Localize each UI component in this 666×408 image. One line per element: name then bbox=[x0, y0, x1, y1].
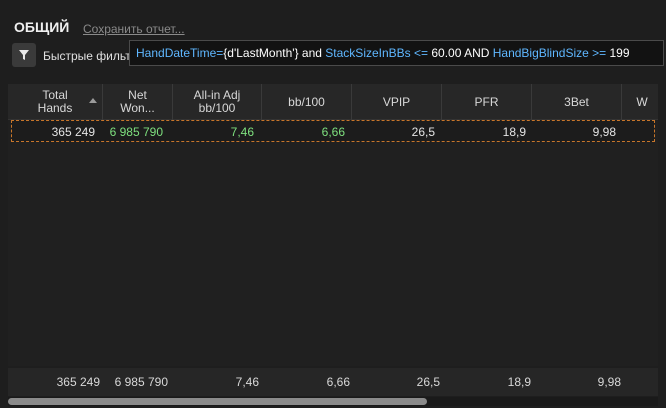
scrollbar-thumb[interactable] bbox=[8, 398, 427, 405]
filter-token-op: >= bbox=[588, 46, 610, 60]
totals-cell: 6 985 790 bbox=[114, 375, 168, 389]
filter-token-val: 60.00 bbox=[431, 46, 462, 60]
grid-header: Total Hands Net Won... All-in Adj bb/100 bb… bbox=[8, 84, 658, 120]
column-header-label: W bbox=[636, 94, 648, 109]
column-header[interactable]: W bbox=[622, 84, 658, 120]
filter-token-op: <= bbox=[410, 46, 432, 60]
column-header-label: 3Bet bbox=[564, 94, 589, 109]
column-header[interactable]: All-in Adj bb/100 bbox=[173, 84, 262, 120]
filter-token-field: HandDateTime bbox=[136, 46, 217, 60]
totals-cell: 365 249 bbox=[56, 375, 100, 389]
filter-token-field: HandBigBlindSize bbox=[492, 46, 589, 60]
table-cell: 7,46 bbox=[230, 125, 254, 139]
filter-token-val: 199 bbox=[609, 46, 630, 60]
totals-cell: 18,9 bbox=[507, 375, 531, 389]
filter-token-val: {d'LastMonth'} bbox=[223, 46, 299, 60]
column-header-label: Net Won... bbox=[120, 88, 155, 115]
column-header-label: All-in Adj bb/100 bbox=[193, 88, 241, 115]
filter-token-val: AND bbox=[461, 46, 493, 60]
table-cell: 18,9 bbox=[502, 125, 526, 139]
table-row[interactable]: 365 249 6 985 790 7,46 6,66 26,5 18,9 9,98 bbox=[11, 120, 655, 142]
column-header[interactable]: Total Hands bbox=[8, 84, 103, 120]
table-cell: 26,5 bbox=[411, 125, 435, 139]
totals-cell: 7,46 bbox=[235, 375, 259, 389]
totals-cell: 26,5 bbox=[416, 375, 440, 389]
sort-ascending-icon bbox=[89, 98, 97, 103]
table-cell: 6 985 790 bbox=[109, 125, 163, 139]
quick-filter-label: Быстрые фильт bbox=[43, 49, 129, 63]
table-cell: 9,98 bbox=[592, 125, 616, 139]
column-header-label: Total Hands bbox=[37, 88, 73, 115]
filter-button[interactable] bbox=[12, 43, 36, 67]
table-cell: 365 249 bbox=[51, 125, 95, 139]
filter-token-field: StackSizeInBBs bbox=[325, 46, 411, 60]
column-header[interactable]: VPIP bbox=[352, 84, 442, 120]
column-header-label: VPIP bbox=[382, 94, 411, 109]
horizontal-scrollbar[interactable] bbox=[8, 397, 658, 406]
column-header[interactable]: Net Won... bbox=[103, 84, 173, 120]
filter-token-val: and bbox=[298, 46, 326, 60]
column-header[interactable]: bb/100 bbox=[262, 84, 352, 120]
filter-expression-input[interactable]: HandDateTime={d'LastMonth'} and StackSiz… bbox=[129, 40, 664, 66]
save-report-link[interactable]: Сохранить отчет... bbox=[83, 22, 185, 36]
section-title: ОБЩИЙ bbox=[14, 19, 70, 35]
filter-icon bbox=[19, 50, 29, 60]
totals-cell: 6,66 bbox=[326, 375, 350, 389]
stats-grid: Total Hands Net Won... All-in Adj bb/100 bb… bbox=[8, 84, 658, 366]
column-header[interactable]: PFR bbox=[442, 84, 532, 120]
column-header-label: PFR bbox=[474, 94, 499, 109]
table-cell: 6,66 bbox=[321, 125, 345, 139]
totals-cell: 9,98 bbox=[597, 375, 621, 389]
report-window: ОБЩИЙ Сохранить отчет... Быстрые фильт H… bbox=[0, 0, 666, 408]
column-header-label: bb/100 bbox=[288, 94, 325, 109]
totals-row: 365 249 6 985 790 7,46 6,66 26,5 18,9 9,98 bbox=[8, 368, 658, 396]
report-title-bar: ОБЩИЙ Сохранить отчет... bbox=[0, 0, 666, 38]
column-header[interactable]: 3Bet bbox=[532, 84, 622, 120]
